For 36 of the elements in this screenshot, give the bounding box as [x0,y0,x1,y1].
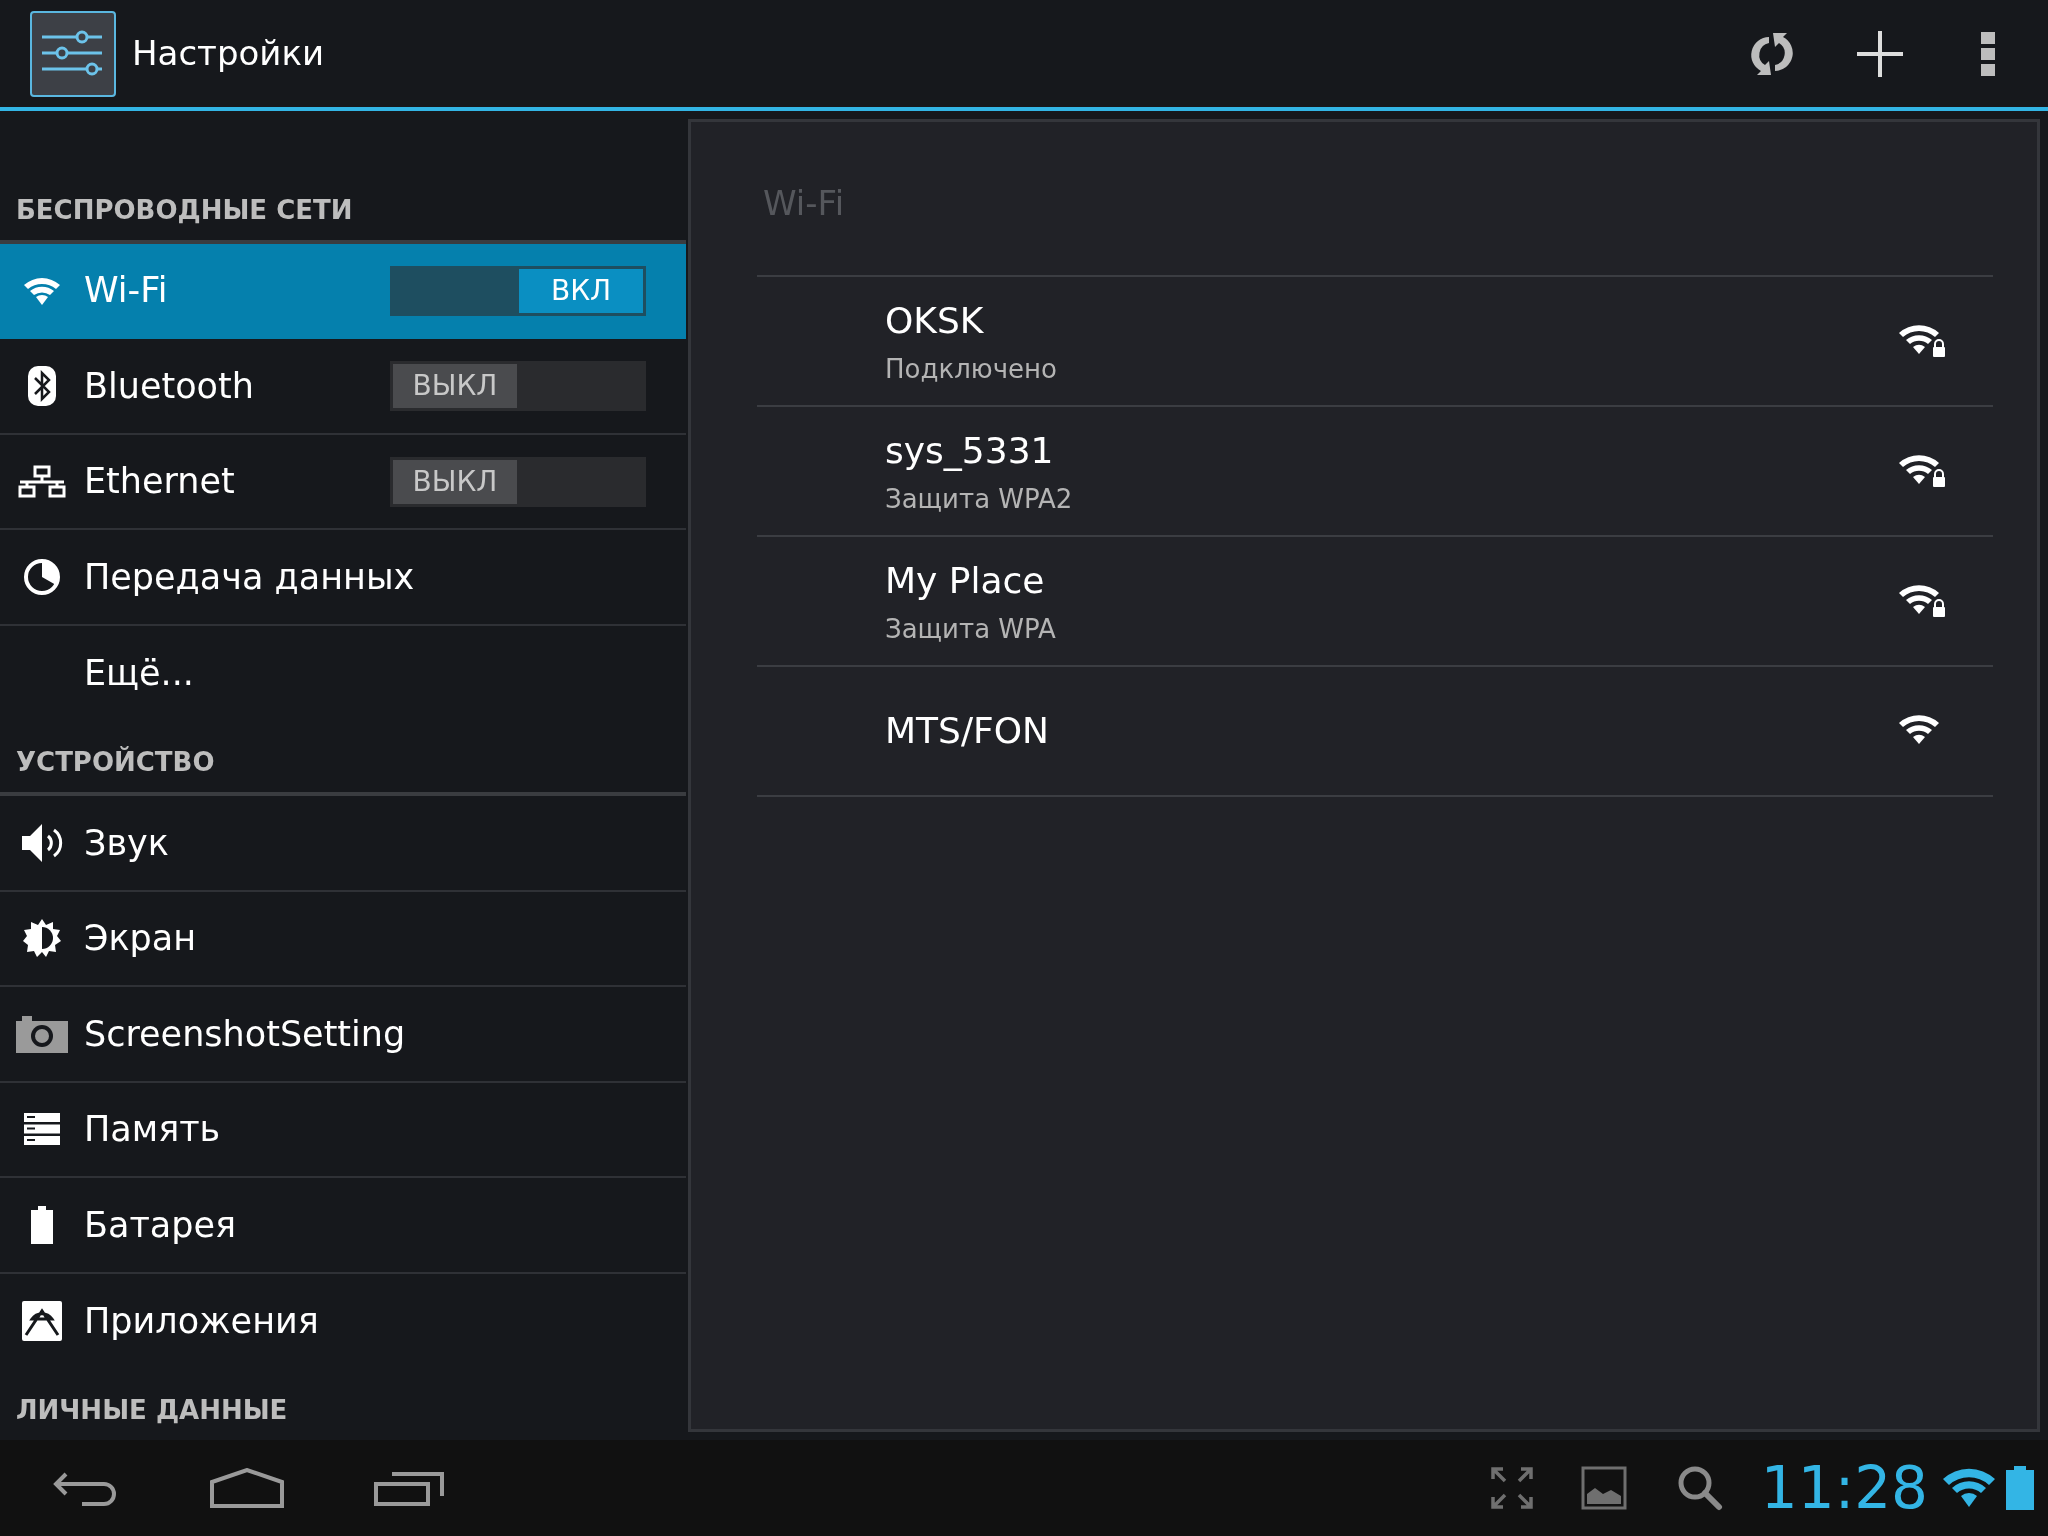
network-name[interactable]: OKSK [885,293,984,348]
back-icon [52,1470,118,1506]
toggle-switch[interactable]: ВЫКЛ [390,361,646,412]
network-status: Подключено [885,352,1057,386]
plus-icon [1855,28,1905,79]
overflow-menu-icon [1981,31,1995,76]
brightness-icon [22,918,62,959]
search-icon[interactable] [1676,1465,1723,1511]
wifi-lock-icon [1897,453,1945,489]
speaker-icon [20,822,64,864]
network-icon [18,464,66,499]
storage-icon [24,1113,60,1146]
image-icon[interactable] [1580,1466,1627,1510]
recent-apps-icon [374,1470,444,1506]
pie-chart-icon [23,558,61,597]
battery-icon [31,1205,53,1244]
toggle-switch[interactable]: ВЫКЛ [390,456,646,507]
wifi-signal-icon [1942,1467,1996,1509]
section-header: ЛИЧНЫЕ ДАННЫЕ [15,1394,289,1428]
wifi-lock-icon [1897,323,1945,359]
network-name[interactable]: sys_5331 [885,423,1054,478]
settings-app-icon [30,10,116,97]
network-status: Защита WPA [885,612,1056,646]
network-name[interactable]: MTS/FON [885,704,1049,758]
bluetooth-icon [27,365,57,408]
clock: 11:28 [1760,1459,1928,1517]
settings-item[interactable]: Wi-Fi ВКЛ [0,244,686,340]
apps-icon [22,1301,62,1342]
toggle-switch[interactable]: ВКЛ [390,265,646,316]
expand-icon[interactable] [1490,1467,1533,1509]
network-status: Защита WPA2 [885,482,1073,516]
home-icon [210,1468,284,1508]
network-name[interactable]: My Place [885,553,1045,608]
wifi-lock-icon [1897,583,1945,619]
app-title: Настройки [132,32,324,75]
battery-icon [2006,1466,2034,1510]
